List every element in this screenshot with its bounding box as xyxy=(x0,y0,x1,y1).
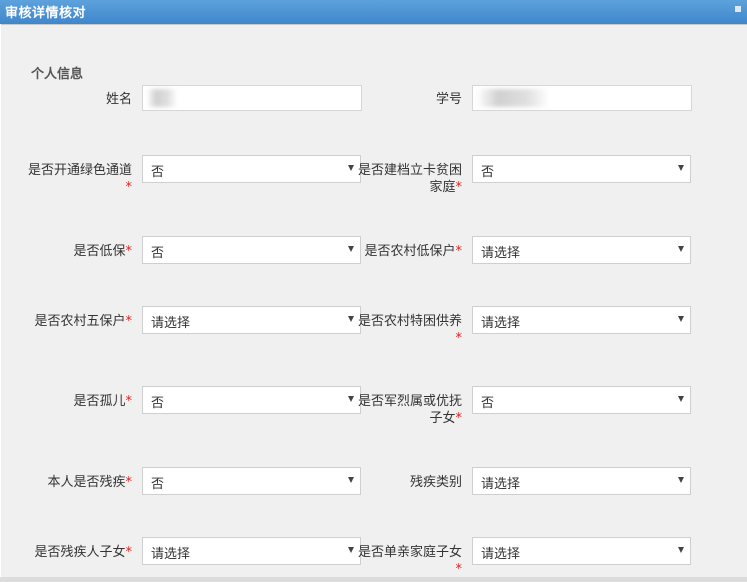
horizontal-scrollbar[interactable] xyxy=(0,577,747,582)
disability-type-label: 残疾类别 xyxy=(352,474,462,491)
required-mark: * xyxy=(125,180,133,195)
disabled-select[interactable]: 否 xyxy=(142,467,361,495)
required-mark: * xyxy=(455,180,463,195)
rural-low-income-select[interactable]: 请选择 xyxy=(472,236,691,264)
rural-special-support-select[interactable]: 请选择 xyxy=(472,306,691,334)
chevron-down-icon xyxy=(678,396,684,402)
name-input[interactable] xyxy=(142,85,362,111)
rural-low-income-value: 请选择 xyxy=(481,246,521,261)
disability-type-value: 请选择 xyxy=(481,477,521,492)
poverty-family-label-text: 是否建档立卡贫困家庭 xyxy=(357,163,462,195)
martyr-family-label-text: 是否军烈属或优抚子女 xyxy=(357,394,462,426)
disabled-label: 本人是否残疾* xyxy=(22,474,132,491)
required-mark: * xyxy=(125,314,133,329)
student-id-input[interactable] xyxy=(472,85,692,111)
required-mark: * xyxy=(125,394,133,409)
poverty-family-label: 是否建档立卡贫困家庭* xyxy=(352,162,462,196)
rural-special-support-label-text: 是否农村特困供养 xyxy=(357,314,462,329)
rural-special-support-value: 请选择 xyxy=(481,316,521,331)
chevron-down-icon xyxy=(678,547,684,553)
low-income-label: 是否低保* xyxy=(22,243,132,260)
disability-type-label-text: 残疾类别 xyxy=(409,475,462,490)
rural-low-income-label: 是否农村低保户* xyxy=(352,243,462,260)
green-channel-label-text: 是否开通绿色通道 xyxy=(27,163,132,178)
martyr-family-select[interactable]: 否 xyxy=(472,386,691,414)
close-icon[interactable] xyxy=(735,6,741,12)
required-mark: * xyxy=(125,244,133,259)
orphan-label-text: 是否孤儿 xyxy=(73,394,126,409)
single-parent-label-text: 是否单亲家庭子女 xyxy=(357,545,462,560)
low-income-value: 否 xyxy=(151,246,165,261)
name-label-text: 姓名 xyxy=(105,92,132,107)
disabled-parent-child-value: 请选择 xyxy=(151,547,191,562)
redacted-student-id xyxy=(477,89,549,107)
rural-low-income-label-text: 是否农村低保户 xyxy=(364,244,456,259)
orphan-select[interactable]: 否 xyxy=(142,386,361,414)
chevron-down-icon xyxy=(678,477,684,483)
rural-five-guarantee-label-text: 是否农村五保户 xyxy=(34,314,126,329)
martyr-family-value: 否 xyxy=(481,396,495,411)
green-channel-value: 否 xyxy=(151,165,165,180)
rural-five-guarantee-value: 请选择 xyxy=(151,316,191,331)
section-title: 个人信息 xyxy=(31,67,84,82)
chevron-down-icon xyxy=(678,316,684,322)
single-parent-select[interactable]: 请选择 xyxy=(472,537,691,565)
poverty-family-select[interactable]: 否 xyxy=(472,155,691,183)
required-mark: * xyxy=(125,545,133,560)
orphan-value: 否 xyxy=(151,396,165,411)
rural-special-support-label: 是否农村特困供养 * xyxy=(352,313,462,347)
required-mark: * xyxy=(455,411,463,426)
disabled-label-text: 本人是否残疾 xyxy=(47,475,126,490)
review-dialog: 审核详情核对 个人信息 姓名 学号 是否开通绿色通道 * 否 是否建档立卡贫困家庭… xyxy=(0,0,747,582)
student-id-label-text: 学号 xyxy=(435,92,462,107)
disabled-parent-child-label: 是否残疾人子女* xyxy=(22,544,132,561)
name-label: 姓名 xyxy=(22,91,132,108)
required-mark: * xyxy=(125,475,133,490)
green-channel-select[interactable]: 否 xyxy=(142,155,361,183)
orphan-label: 是否孤儿* xyxy=(22,393,132,410)
required-mark: * xyxy=(455,244,463,259)
required-mark: * xyxy=(455,331,463,346)
single-parent-label: 是否单亲家庭子女 * xyxy=(352,544,462,578)
disabled-value: 否 xyxy=(151,477,165,492)
martyr-family-label: 是否军烈属或优抚子女* xyxy=(352,393,462,427)
required-mark: * xyxy=(455,562,463,577)
disabled-parent-child-select[interactable]: 请选择 xyxy=(142,537,361,565)
student-id-label: 学号 xyxy=(352,91,462,108)
low-income-label-text: 是否低保 xyxy=(73,244,126,259)
disability-type-select[interactable]: 请选择 xyxy=(472,467,691,495)
disabled-parent-child-label-text: 是否残疾人子女 xyxy=(34,545,126,560)
redacted-name xyxy=(147,89,177,107)
green-channel-label: 是否开通绿色通道 * xyxy=(22,162,132,196)
low-income-select[interactable]: 否 xyxy=(142,236,361,264)
dialog-titlebar[interactable]: 审核详情核对 xyxy=(0,0,747,24)
chevron-down-icon xyxy=(678,246,684,252)
poverty-family-value: 否 xyxy=(481,165,495,180)
single-parent-value: 请选择 xyxy=(481,547,521,562)
dialog-title: 审核详情核对 xyxy=(5,6,87,21)
chevron-down-icon xyxy=(678,165,684,171)
rural-five-guarantee-label: 是否农村五保户* xyxy=(22,313,132,330)
rural-five-guarantee-select[interactable]: 请选择 xyxy=(142,306,361,334)
